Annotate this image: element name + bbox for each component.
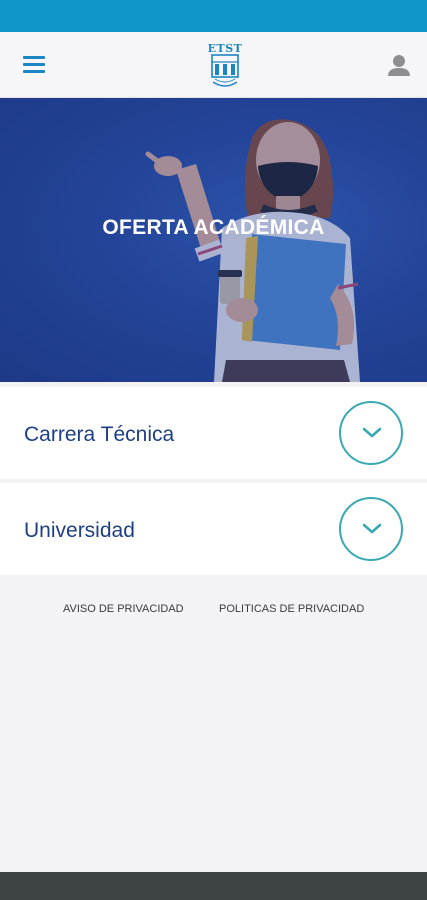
expand-toggle-button[interactable] [339,497,403,561]
accordion-label: Universidad [24,519,135,542]
hero-banner: OFERTA ACADÉMICA [0,98,427,382]
menu-line [23,56,45,59]
chevron-down-icon [362,523,382,534]
privacy-policies-link[interactable]: POLITICAS DE PRIVACIDAD [219,603,364,615]
logo-emblem-icon [211,54,239,87]
expand-toggle-button[interactable] [339,401,403,465]
privacy-notice-link[interactable]: AVISO DE PRIVACIDAD [63,603,184,615]
footer-links: AVISO DE PRIVACIDAD POLITICAS DE PRIVACI… [0,603,427,619]
accordion-universidad[interactable]: Universidad [0,483,427,575]
hero-overlay [0,98,427,382]
system-navigation-bar [0,872,427,900]
user-account-icon[interactable] [384,52,414,80]
page-title: OFERTA ACADÉMICA [102,216,325,239]
accordion-carrera-tecnica[interactable]: Carrera Técnica [0,387,427,479]
chevron-down-icon [362,427,382,438]
school-logo[interactable]: ETST [203,40,247,92]
menu-line [23,70,45,73]
accordion-label: Carrera Técnica [24,423,175,446]
menu-line [23,63,45,66]
hamburger-menu-icon[interactable] [14,46,54,84]
app-header: ETST [0,32,427,98]
status-bar [0,0,427,32]
